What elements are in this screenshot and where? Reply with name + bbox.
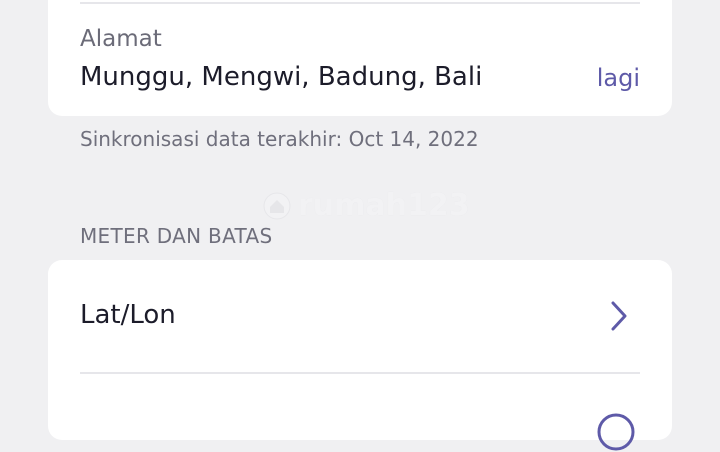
- section-title-meter: METER DAN BATAS: [80, 224, 273, 248]
- latlon-label: Lat/Lon: [80, 300, 176, 330]
- watermark-text: rumah123: [298, 188, 470, 223]
- address-card: Alamat Munggu, Mengwi, Badung, Bali lagi: [48, 0, 672, 116]
- house-pin-icon: [263, 192, 291, 219]
- address-value: Munggu, Mengwi, Badung, Bali: [80, 62, 483, 92]
- chevron-right-icon: [611, 301, 627, 331]
- address-label: Alamat: [80, 26, 162, 52]
- latlon-row[interactable]: Lat/Lon: [48, 260, 672, 372]
- meter-card: Lat/Lon: [48, 260, 672, 451]
- address-more-link[interactable]: lagi: [597, 64, 640, 92]
- circle-icon[interactable]: [596, 412, 636, 452]
- divider: [80, 372, 640, 374]
- divider: [80, 2, 640, 4]
- last-sync-text: Sinkronisasi data terakhir: Oct 14, 2022: [80, 127, 479, 151]
- watermark: rumah123: [262, 188, 470, 223]
